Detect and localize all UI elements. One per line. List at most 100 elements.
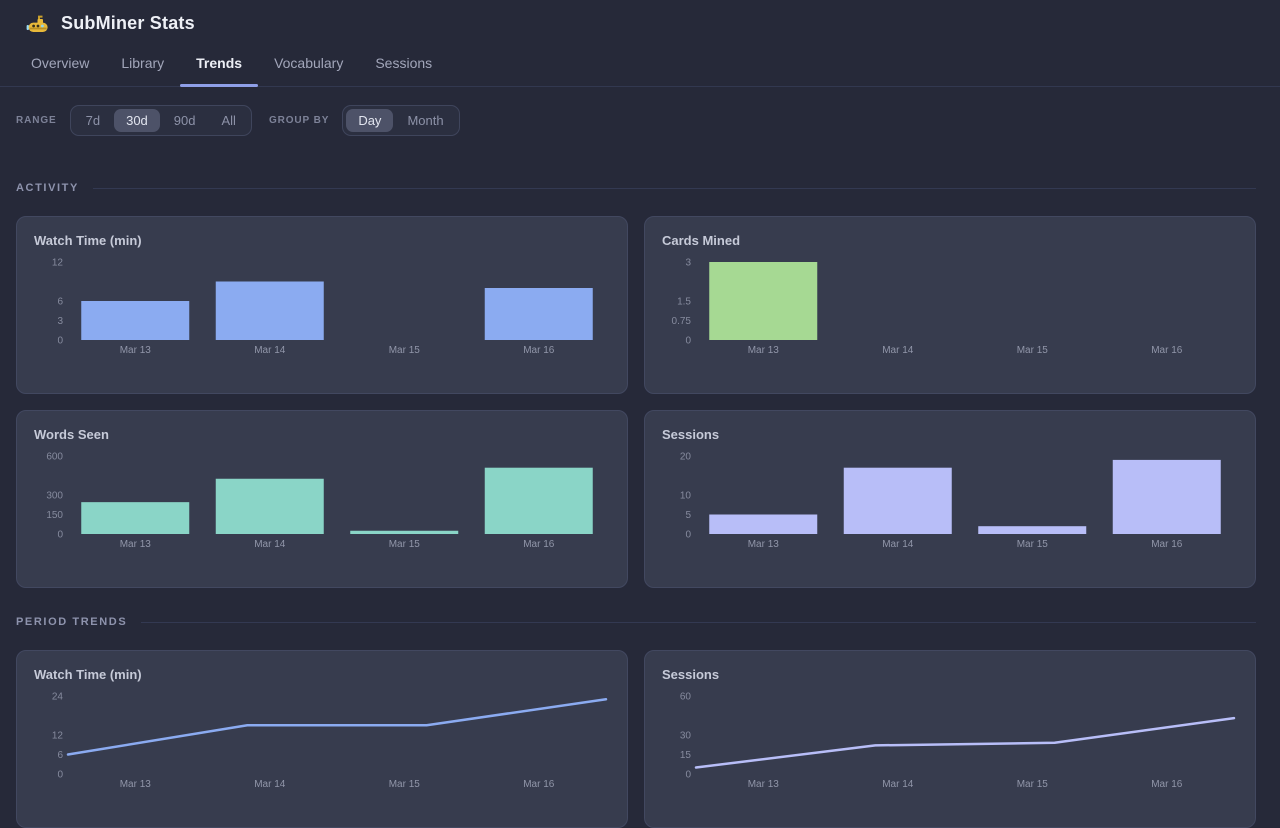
bar-mar-14 [216, 479, 324, 534]
section-title: PERIOD TRENDS [16, 616, 127, 628]
group-by-option-day[interactable]: Day [346, 109, 393, 132]
chart-grid: Watch Time (min) 12 6 3 0 Mar 13 Mar 14 Mar 15 M… [16, 216, 1256, 588]
x-axis-label: Mar 13 [120, 779, 152, 790]
x-axis-label: Mar 15 [389, 345, 421, 356]
bar-mar-16 [1113, 460, 1221, 534]
bar-mar-13 [709, 515, 817, 535]
section-header-activity: ACTIVITY [16, 182, 1256, 194]
tab-sessions[interactable]: Sessions [359, 43, 448, 86]
x-axis-label: Mar 14 [882, 779, 914, 790]
y-tick-label: 20 [680, 452, 692, 463]
chart-card-sessions: Sessions6030150Mar 13Mar 14Mar 15Mar 16 [644, 650, 1256, 828]
x-axis-label: Mar 14 [882, 539, 914, 550]
section-divider [93, 188, 1256, 189]
group-by-label: GROUP BY [269, 115, 329, 126]
x-axis-label: Mar 13 [120, 345, 152, 356]
filter-bar: RANGE 7d30d90dAll GROUP BY DayMonth [0, 87, 1280, 154]
chart-card-words-seen: Words Seen6003001500Mar 13Mar 14Mar 15Ma… [16, 410, 628, 588]
tab-bar: OverviewLibraryTrendsVocabularySessions [0, 43, 1280, 87]
chart-card-watch-time-min: Watch Time (min)12630Mar 13Mar 14Mar 15M… [16, 216, 628, 394]
y-tick-label: 24 [52, 692, 64, 703]
section-divider [141, 622, 1256, 623]
x-axis-label: Mar 16 [1151, 345, 1183, 356]
bar-mar-16 [485, 468, 593, 534]
y-tick-label: 6 [57, 750, 63, 761]
section-header-period-trends: PERIOD TRENDS [16, 616, 1256, 628]
x-axis-label: Mar 16 [523, 539, 555, 550]
trend-line [696, 718, 1234, 767]
y-tick-label: 300 [46, 491, 63, 502]
x-axis-label: Mar 15 [1017, 539, 1049, 550]
group-by-segmented-control: DayMonth [342, 105, 459, 136]
x-axis-label: Mar 14 [254, 539, 286, 550]
y-tick-label: 0 [685, 530, 691, 541]
y-tick-label: 600 [46, 452, 63, 463]
y-tick-label: 6 [57, 297, 63, 308]
range-option-7d[interactable]: 7d [74, 109, 112, 132]
line-chart-plot: 241260Mar 13Mar 14Mar 15Mar 16 [33, 689, 611, 793]
x-axis-label: Mar 13 [120, 539, 152, 550]
y-tick-label: 12 [52, 258, 64, 269]
y-tick-label: 60 [680, 692, 692, 703]
x-axis-label: Mar 16 [1151, 539, 1183, 550]
y-tick-label: 0 [57, 530, 63, 541]
x-axis-label: Mar 14 [254, 779, 286, 790]
bar-mar-15 [978, 526, 1086, 534]
bar-mar-16 [485, 288, 593, 340]
y-tick-label: 0 [685, 336, 691, 347]
x-axis-label: Mar 13 [748, 779, 780, 790]
chart-title: Watch Time (min) [34, 667, 611, 683]
y-tick-label: 1.5 [677, 297, 691, 308]
line-chart-plot: 6030150Mar 13Mar 14Mar 15Mar 16 [661, 689, 1239, 793]
group-by-option-month[interactable]: Month [395, 109, 455, 132]
y-tick-label: 0.75 [672, 316, 692, 327]
y-tick-label: 5 [685, 510, 691, 521]
bar-mar-13 [709, 262, 817, 340]
x-axis-label: Mar 13 [748, 539, 780, 550]
x-axis-label: Mar 15 [1017, 345, 1049, 356]
submarine-icon [26, 14, 50, 34]
tab-vocabulary[interactable]: Vocabulary [258, 43, 359, 86]
chart-card-sessions: Sessions 20 10 5 0 Mar 13 Mar 14 Mar 15 Mar 16 [644, 410, 1256, 588]
range-segmented-control: 7d30d90dAll [70, 105, 252, 136]
bar-chart-plot: 6003001500Mar 13Mar 14Mar 15Mar 16 [33, 449, 611, 553]
bar-mar-14 [216, 282, 324, 341]
x-axis-label: Mar 16 [523, 779, 555, 790]
chart-title: Words Seen [34, 427, 611, 443]
bar-chart-plot: 12630Mar 13Mar 14Mar 15Mar 16 [33, 255, 611, 359]
chart-title: Sessions [662, 427, 1239, 443]
chart-grid: Watch Time (min)241260Mar 13Mar 14Mar 15… [16, 650, 1256, 828]
trend-line [68, 699, 606, 754]
y-tick-label: 30 [680, 731, 692, 742]
x-axis-label: Mar 13 [748, 345, 780, 356]
x-axis-label: Mar 14 [882, 345, 914, 356]
bar-mar-13 [81, 502, 189, 534]
y-tick-label: 0 [685, 770, 691, 781]
tab-overview[interactable]: Overview [15, 43, 105, 86]
x-axis-label: Mar 15 [389, 539, 421, 550]
y-tick-label: 3 [57, 316, 63, 327]
bar-chart-plot: 20 10 5 0 Mar 13 Mar 14 Mar 15 Mar 16 [661, 449, 1239, 553]
main-content: ACTIVITYWatch Time (min)12630Mar 13Mar 1… [0, 182, 1280, 828]
bar-mar-14 [844, 468, 952, 534]
tab-library[interactable]: Library [105, 43, 180, 86]
range-option-all[interactable]: All [210, 109, 248, 132]
x-axis-label: Mar 15 [389, 779, 421, 790]
tab-trends[interactable]: Trends [180, 43, 258, 86]
y-tick-label: 10 [680, 491, 692, 502]
bar-mar-15 [350, 531, 458, 534]
app-title: SubMiner Stats [61, 13, 195, 34]
y-tick-label: 0 [57, 336, 63, 347]
chart-title: Sessions [662, 667, 1239, 683]
chart-card-cards-mined: Cards Mined 3 1.5 0.75 0 Mar 13 Mar 14 Mar 15 Ma… [644, 216, 1256, 394]
y-tick-label: 3 [685, 258, 691, 269]
range-option-90d[interactable]: 90d [162, 109, 208, 132]
chart-title: Watch Time (min) [34, 233, 611, 249]
bar-chart-plot: 3 1.5 0.75 0 Mar 13 Mar 14 Mar 15 Mar 16 [661, 255, 1239, 359]
chart-title: Cards Mined [662, 233, 1239, 249]
range-label: RANGE [16, 115, 57, 126]
section-title: ACTIVITY [16, 182, 79, 194]
app-header: SubMiner Stats [0, 0, 1280, 43]
range-option-30d[interactable]: 30d [114, 109, 160, 132]
chart-card-watch-time-min: Watch Time (min)241260Mar 13Mar 14Mar 15… [16, 650, 628, 828]
